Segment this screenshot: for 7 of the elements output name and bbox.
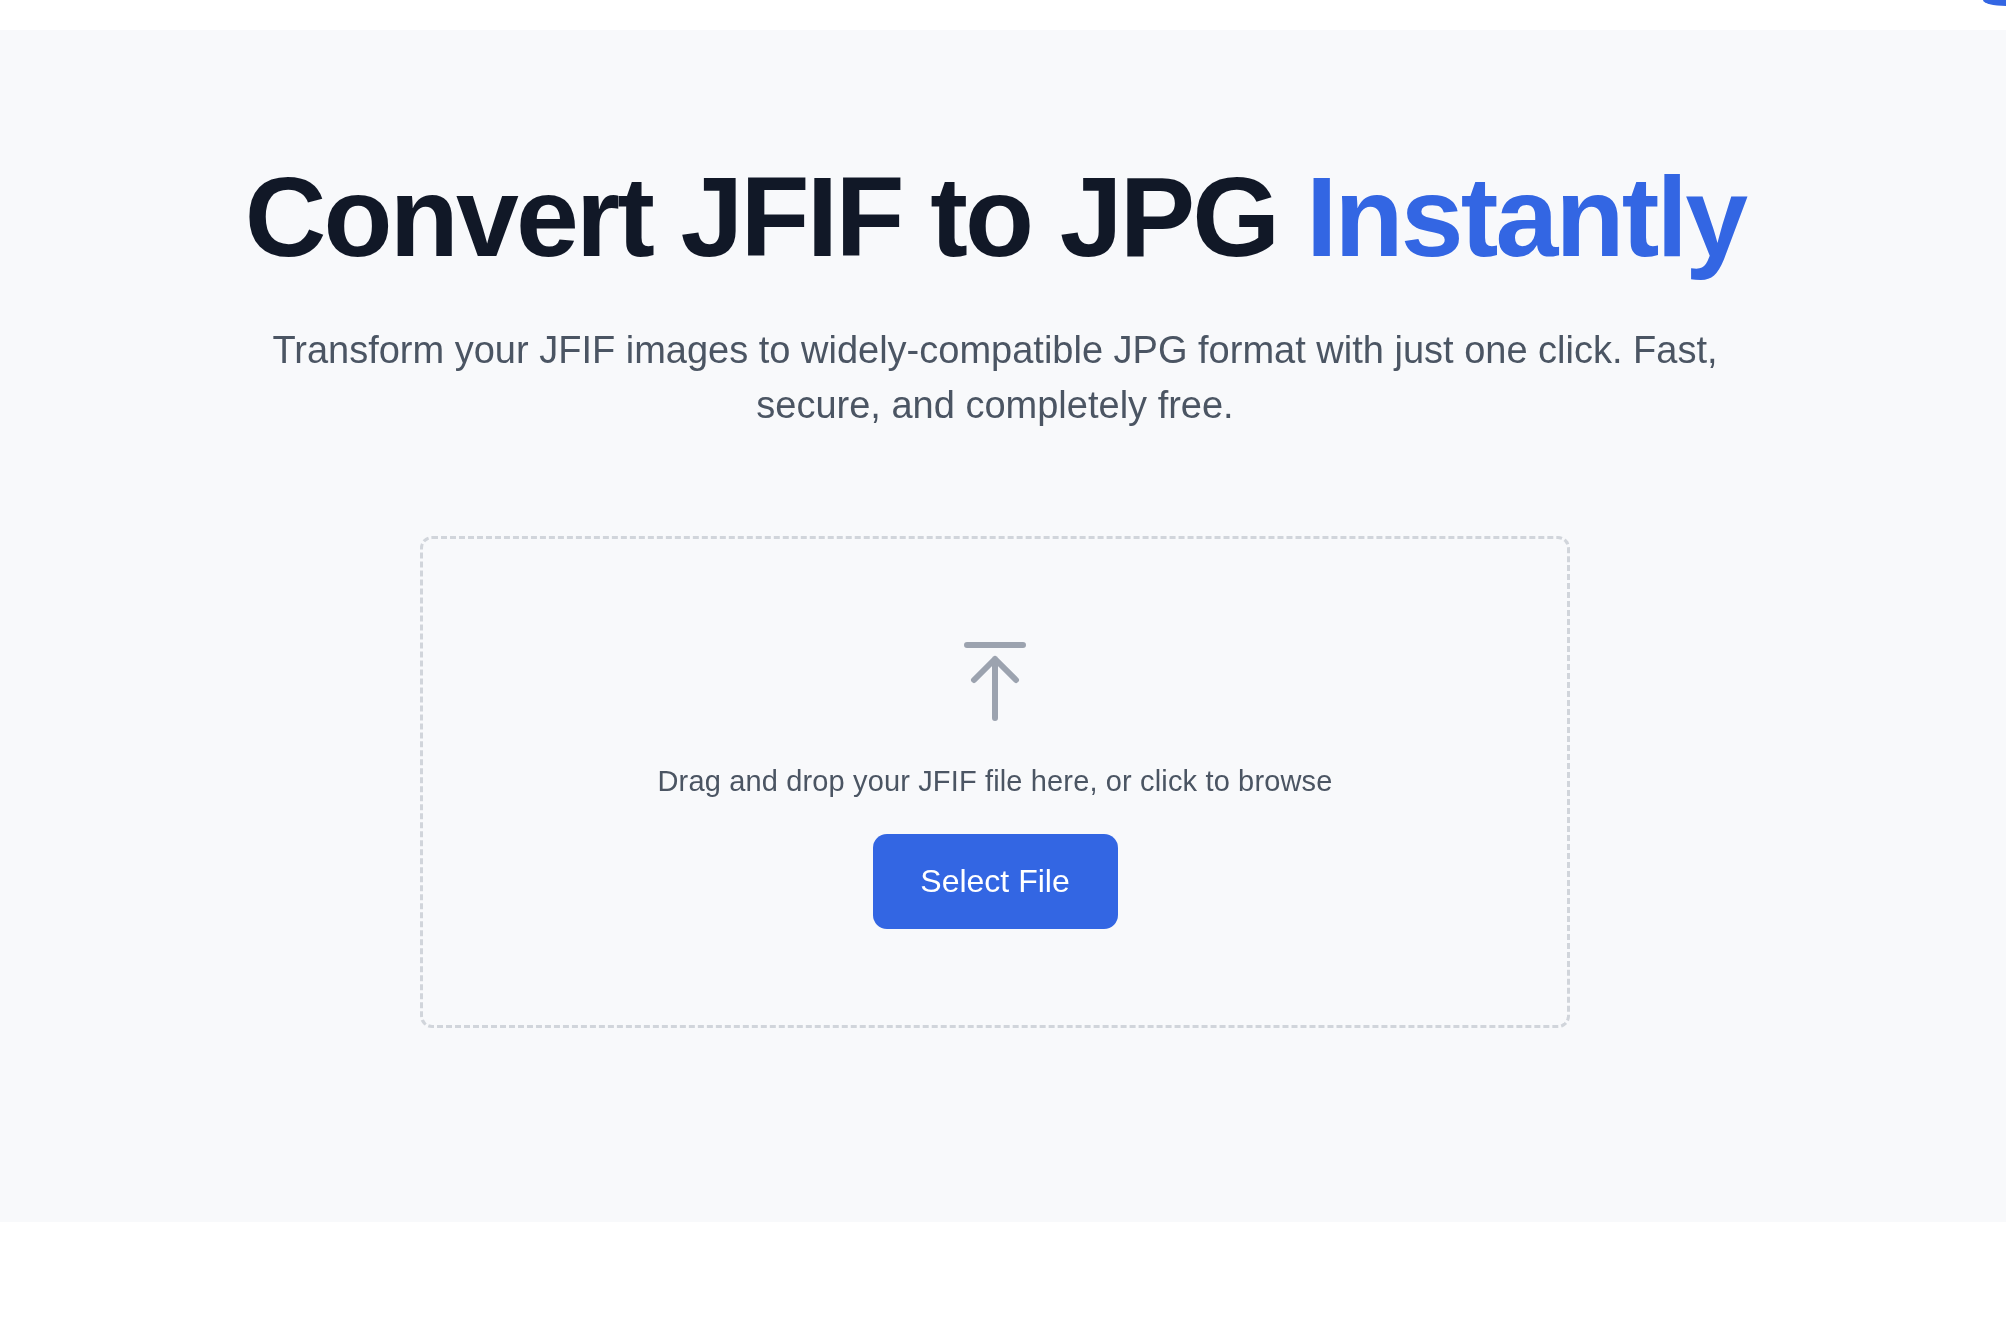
drop-instructions: Drag and drop your JFIF file here, or click to browse xyxy=(657,764,1333,799)
page-heading: Convert JFIF to JPG Instantly xyxy=(244,155,1746,279)
drop-zone[interactable]: Drag and drop your JFIF file here, or click to browse Select File xyxy=(420,536,1570,1028)
page-subtitle: Transform your JFIF images to widely-compatible JPG format with just one click. Fast, secure, and completely free. xyxy=(271,328,1719,428)
header-button-edge[interactable] xyxy=(1983,0,2006,6)
upload-icon xyxy=(964,642,1026,722)
select-file-button[interactable]: Select File xyxy=(872,834,1118,929)
